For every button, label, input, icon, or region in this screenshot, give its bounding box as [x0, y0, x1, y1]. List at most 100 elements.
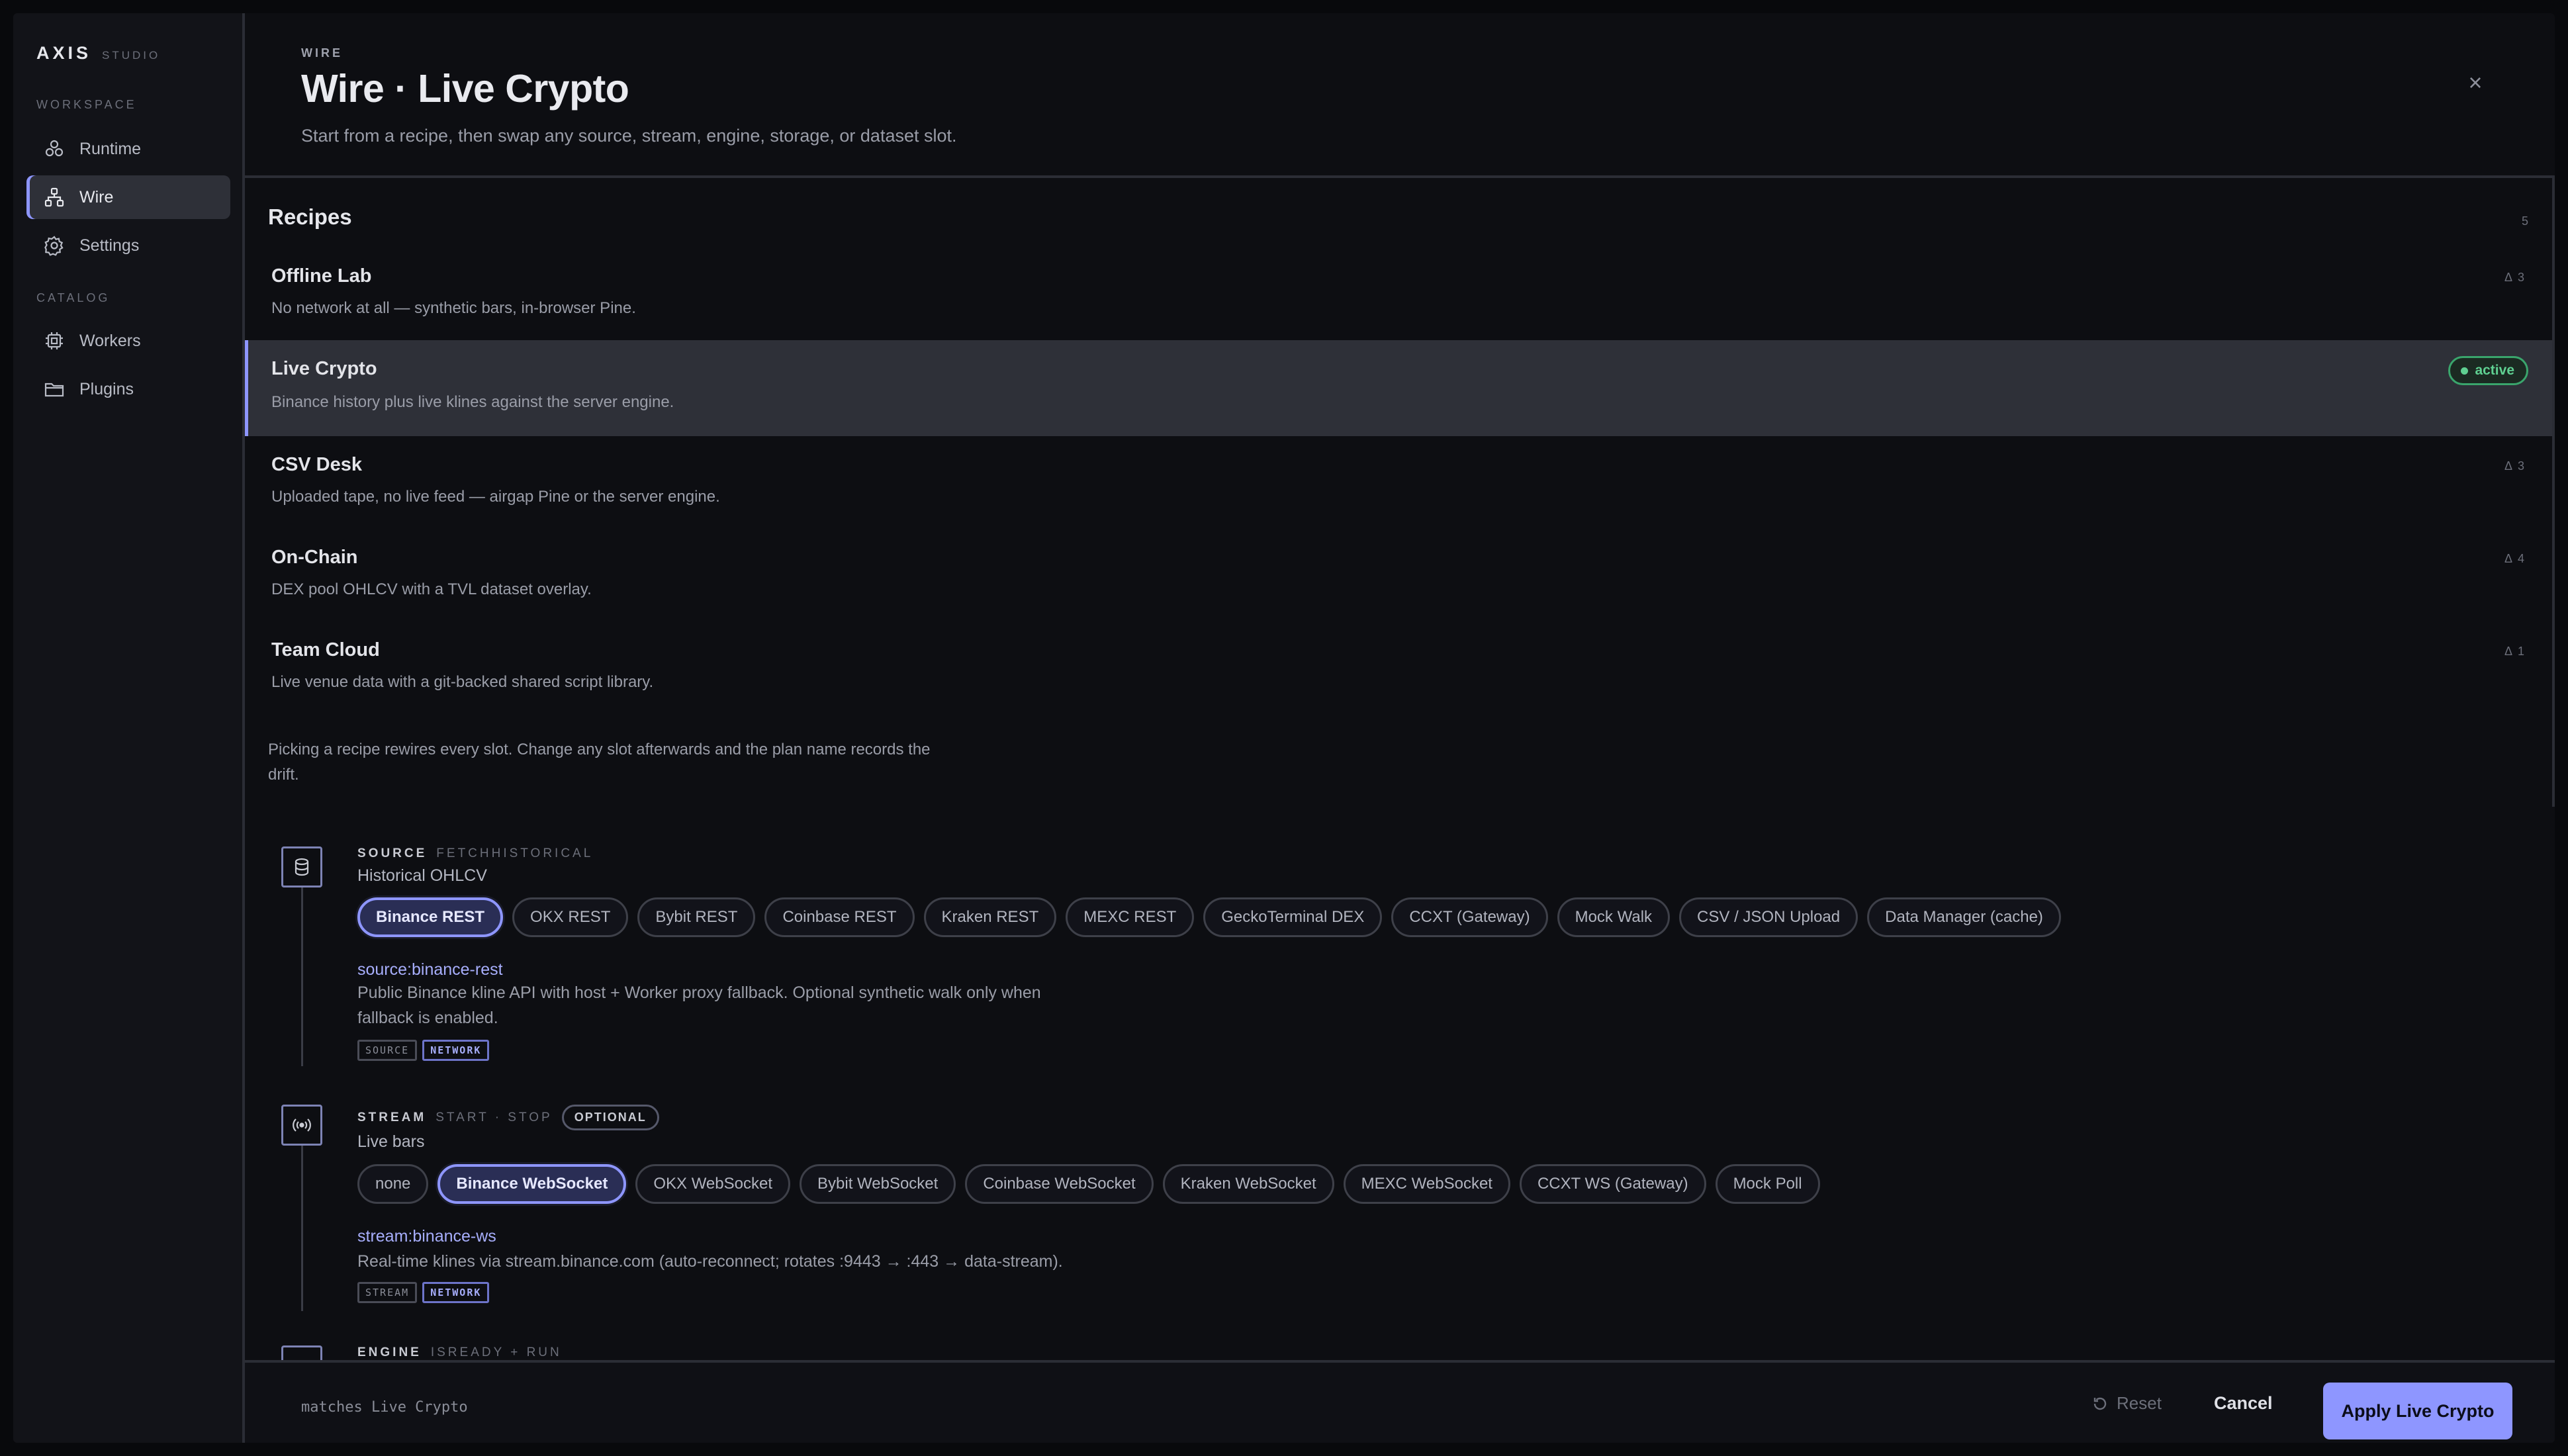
source-option[interactable]: Data Manager (cache) [1867, 897, 2061, 937]
stream-options: none Binance WebSocket OKX WebSocket Byb… [357, 1164, 1820, 1204]
stream-option[interactable]: Kraken WebSocket [1162, 1164, 1334, 1204]
recipes-note: Picking a recipe rewires every slot. Cha… [268, 741, 931, 784]
slot-id: stream:binance-ws [357, 1227, 496, 1246]
recipes-title: Recipes [268, 205, 352, 229]
stream-option[interactable]: Bybit WebSocket [800, 1164, 956, 1204]
slot-kind-label: SOURCE [357, 846, 428, 860]
page-title: Wire · Live Crypto [301, 67, 629, 111]
source-option[interactable]: Coinbase REST [764, 897, 915, 937]
stream-option[interactable]: CCXT WS (Gateway) [1519, 1164, 1706, 1204]
recipe-name: On-Chain [271, 547, 358, 568]
recipe-on-chain[interactable]: On-Chain DEX pool OHLCV with a TVL datas… [245, 529, 2552, 621]
recipe-delta: Δ 4 [2504, 552, 2526, 565]
slot-desc: Public Binance kline API with host + Wor… [357, 983, 1041, 1027]
plan-status: matches Live Crypto [301, 1399, 468, 1416]
tag: SOURCE [357, 1040, 418, 1061]
source-option[interactable]: Binance REST [357, 897, 504, 937]
source-option[interactable]: CCXT (Gateway) [1391, 897, 1548, 937]
close-button[interactable]: × [2459, 66, 2492, 99]
recipe-desc: DEX pool OHLCV with a TVL dataset overla… [271, 580, 592, 598]
tag: NETWORK [422, 1282, 490, 1303]
status-badge-label: active [2475, 363, 2514, 378]
wire-icon [44, 187, 64, 207]
stream-option[interactable]: none [357, 1164, 429, 1204]
stream-option[interactable]: Mock Poll [1715, 1164, 1820, 1204]
reset-icon [2093, 1397, 2107, 1410]
sidebar: AXIS STUDIO WORKSPACE Runtime Wire Setti… [13, 13, 245, 1443]
workspace-section-label: WORKSPACE [36, 98, 137, 111]
stream-option[interactable]: MEXC WebSocket [1343, 1164, 1510, 1204]
stream-option[interactable]: Coinbase WebSocket [965, 1164, 1154, 1204]
recipe-desc: No network at all — synthetic bars, in-b… [271, 299, 636, 317]
brand-sub: STUDIO [102, 49, 161, 62]
sidebar-item-label: Plugins [79, 379, 134, 398]
cancel-button[interactable]: Cancel [2214, 1393, 2273, 1414]
tag: NETWORK [422, 1040, 490, 1061]
sidebar-item-label: Wire [79, 187, 114, 206]
recipe-delta: Δ 3 [2504, 271, 2526, 284]
recipe-name: Live Crypto [271, 358, 377, 379]
recipe-delta: Δ 3 [2504, 459, 2526, 473]
scrollbar[interactable] [2552, 178, 2555, 807]
footer-bar: matches Live Crypto Reset Cancel Apply L… [245, 1360, 2555, 1443]
slot-kind: STREAM START · STOP OPTIONAL [357, 1105, 659, 1130]
sidebar-item-plugins[interactable]: Plugins [26, 367, 230, 411]
slot-kind: SOURCE FETCHHISTORICAL [357, 846, 593, 861]
slot-tags: STREAM NETWORK [357, 1282, 490, 1303]
status-badge: active [2448, 356, 2528, 385]
status-dot-icon [2461, 367, 2469, 375]
reset-label: Reset [2117, 1393, 2162, 1413]
runtime-icon [45, 140, 64, 157]
slot-id: source:binance-rest [357, 960, 503, 979]
source-option[interactable]: MEXC REST [1066, 897, 1195, 937]
brand-name: AXIS [36, 43, 92, 63]
recipe-offline-lab[interactable]: Offline Lab No network at all — syntheti… [245, 248, 2552, 340]
source-option[interactable]: GeckoTerminal DEX [1203, 897, 1383, 937]
tag: STREAM [357, 1282, 418, 1303]
header-kicker: WIRE [301, 46, 343, 60]
slot-connector [301, 887, 303, 1066]
stream-option[interactable]: OKX WebSocket [635, 1164, 790, 1204]
sidebar-item-label: Runtime [79, 139, 142, 158]
source-option[interactable]: CSV / JSON Upload [1679, 897, 1858, 937]
source-option[interactable]: Bybit REST [637, 897, 756, 937]
recipe-name: CSV Desk [271, 454, 363, 475]
sidebar-item-workers[interactable]: Workers [26, 319, 230, 363]
stream-option[interactable]: Binance WebSocket [437, 1164, 627, 1204]
slot-stream: STREAM START · STOP OPTIONAL Live bars n… [245, 1105, 2552, 1343]
slot-kind-sub: ISREADY + RUN [430, 1345, 562, 1359]
engine-icon [281, 1345, 322, 1360]
recipe-csv-desk[interactable]: CSV Desk Uploaded tape, no live feed — a… [245, 436, 2552, 529]
recipe-desc: Binance history plus live klines against… [271, 393, 674, 411]
folder-icon [44, 383, 64, 397]
catalog-section-label: CATALOG [36, 291, 111, 304]
apply-button[interactable]: Apply Live Crypto [2323, 1383, 2512, 1439]
slot-kind-label: ENGINE [357, 1345, 422, 1359]
recipe-live-crypto[interactable]: Live Crypto Binance history plus live kl… [245, 340, 2552, 436]
broadcast-icon [281, 1105, 322, 1146]
sidebar-item-settings[interactable]: Settings [26, 224, 230, 267]
recipe-delta: Δ 1 [2504, 645, 2526, 658]
close-icon: × [2468, 69, 2483, 96]
wire-panel: Recipes 5 Offline Lab No network at all … [245, 175, 2555, 1360]
cpu-icon [46, 332, 63, 349]
brand: AXIS STUDIO [36, 43, 160, 64]
app-window: AXIS STUDIO WORKSPACE Runtime Wire Setti… [13, 13, 2555, 1443]
recipe-team-cloud[interactable]: Team Cloud Live venue data with a git-ba… [245, 621, 2552, 714]
source-options: Binance REST OKX REST Bybit REST Coinbas… [357, 897, 2061, 937]
source-option[interactable]: Kraken REST [923, 897, 1057, 937]
slot-label: Historical OHLCV [357, 866, 487, 885]
slot-desc: Real-time klines via stream.binance.com … [357, 1252, 1063, 1271]
sidebar-item-wire[interactable]: Wire [26, 175, 230, 219]
recipe-name: Team Cloud [271, 639, 380, 660]
source-option[interactable]: OKX REST [512, 897, 629, 937]
slot-connector [301, 1146, 303, 1311]
recipe-desc: Live venue data with a git-backed shared… [271, 673, 654, 691]
reset-button[interactable]: Reset [2091, 1393, 2162, 1414]
slot-kind-sub: FETCHHISTORICAL [436, 846, 594, 860]
sidebar-item-runtime[interactable]: Runtime [26, 127, 230, 171]
slot-label: Live bars [357, 1132, 425, 1151]
source-option[interactable]: Mock Walk [1557, 897, 1671, 937]
slot-source: SOURCE FETCHHISTORICAL Historical OHLCV … [245, 846, 2552, 1098]
slot-kind-label: STREAM [357, 1110, 427, 1124]
